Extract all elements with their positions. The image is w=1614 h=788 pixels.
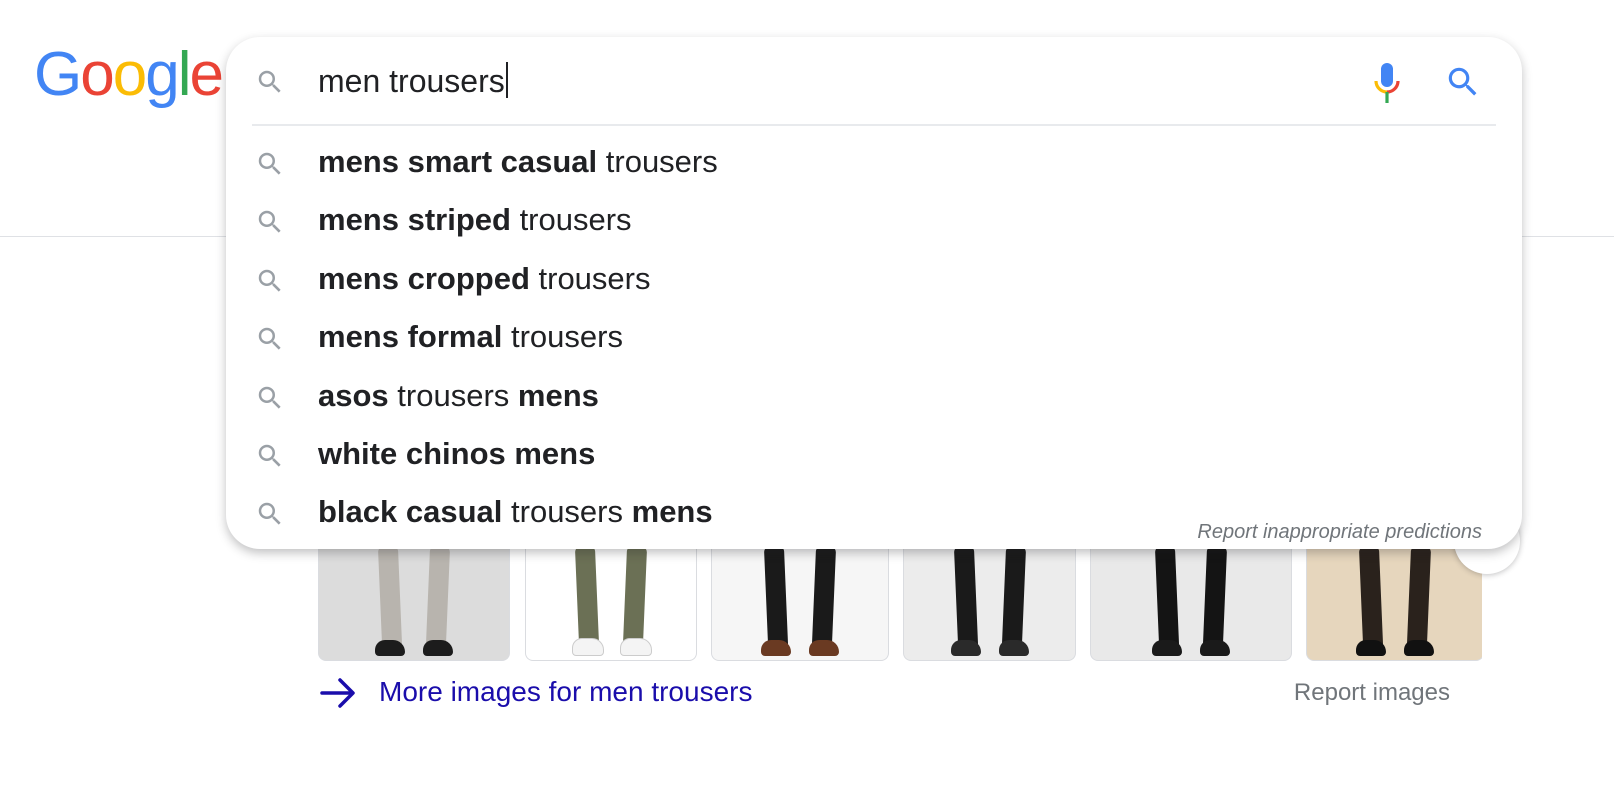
search-icon [258,386,281,409]
search-autocomplete-popup: men trousers mens smart casual trousers m… [226,37,1522,549]
suggestion-part: trousers [597,144,718,179]
search-icon [258,269,281,292]
shoe [620,638,652,656]
logo-letter: e [189,40,224,109]
suggestion-item[interactable]: mens cropped trousers [226,250,1522,308]
suggestion-bold-part: white chinos mens [318,436,596,471]
shoe [1200,640,1230,656]
suggestion-part: trousers [388,377,518,413]
shoe [1404,640,1434,656]
search-icon [258,70,281,93]
trouser-leg [622,545,648,647]
trouser-leg [574,545,600,647]
search-submit-icon[interactable] [1444,63,1482,101]
shoe [1356,640,1386,656]
shoe [950,640,981,656]
image-thumbnail[interactable] [318,540,510,661]
logo-letter: l [177,40,192,109]
suggestion-item[interactable]: white chinos mens [226,425,1522,483]
text-caret [505,62,508,98]
report-images-link[interactable]: Report images [1294,678,1450,708]
logo-letter: G [34,40,82,109]
suggestion-bold-part: mens smart casual [318,144,598,179]
shoe [572,638,604,656]
trouser-leg [1202,545,1228,647]
image-thumbnail[interactable] [525,540,697,661]
suggestion-item[interactable]: mens smart casual trousers [226,133,1522,191]
search-icon [258,444,281,467]
shoe [998,640,1029,656]
suggestion-part: trousers [502,494,632,530]
suggestion-text: mens formal trousers [318,318,623,356]
logo-letter: o [80,40,115,109]
suggestion-bold-part: mens striped [318,202,511,238]
search-icon [258,503,281,526]
google-logo[interactable]: Google [34,40,224,109]
image-results-footer: More images for men trousers Report imag… [320,672,1480,712]
shoe [375,640,405,656]
shoe [423,640,453,656]
shoe [1152,640,1182,656]
microphone-icon[interactable] [1372,61,1402,105]
suggestion-text: mens cropped trousers [318,260,651,298]
trouser-leg [1001,545,1026,647]
search-icon [258,327,281,350]
trouser-leg [1358,545,1384,647]
shoe [809,640,839,656]
search-icon [258,211,281,234]
suggestion-bold-part: black casual [318,494,503,530]
shoe [761,640,791,656]
trouser-leg [377,545,403,647]
suggestion-part: trousers [510,202,632,238]
trouser-leg [425,545,451,647]
report-predictions-link[interactable]: Report inappropriate predictions [1197,521,1482,544]
suggestion-text: white chinos mens [318,435,595,473]
trouser-leg [763,545,789,647]
suggestion-item[interactable]: mens formal trousers [226,308,1522,366]
suggestion-part: trousers [502,319,623,355]
suggestion-bold-part: mens formal [318,319,503,355]
arrow-right-icon [320,678,355,708]
search-icon [258,152,281,175]
trouser-leg [811,545,837,647]
image-thumbnail[interactable] [1090,540,1292,661]
suggestion-part: trousers [529,260,651,296]
search-box[interactable]: men trousers [226,37,1522,125]
suggestion-bold-part: mens [631,494,713,530]
image-thumbnail[interactable] [1306,540,1482,661]
suggestion-text: mens striped trousers [318,201,632,239]
trouser-leg [953,545,978,647]
suggestion-item[interactable]: asos trousers mens [226,367,1522,425]
logo-letter: g [145,40,180,109]
suggestion-text: asos trousers mens [318,377,599,415]
suggestion-bold-part: mens cropped [318,260,530,296]
trouser-leg [1406,545,1432,647]
logo-letter: o [112,40,148,109]
trouser-leg [1154,545,1180,647]
image-thumbnail[interactable] [903,540,1076,661]
image-results-strip [318,540,1482,662]
image-thumbnail[interactable] [711,540,889,661]
suggestion-item[interactable]: mens striped trousers [226,191,1522,249]
search-query-text: men trousers [318,63,505,99]
suggestion-text: mens smart casual trousers [318,143,718,181]
more-images-link[interactable]: More images for men trousers [379,676,752,708]
search-input[interactable]: men trousers [318,61,508,101]
suggestion-bold-part: asos [318,377,389,413]
suggestion-bold-part: mens [517,377,599,413]
suggestion-text: black casual trousers mens [318,493,713,531]
search-separator [252,124,1496,126]
